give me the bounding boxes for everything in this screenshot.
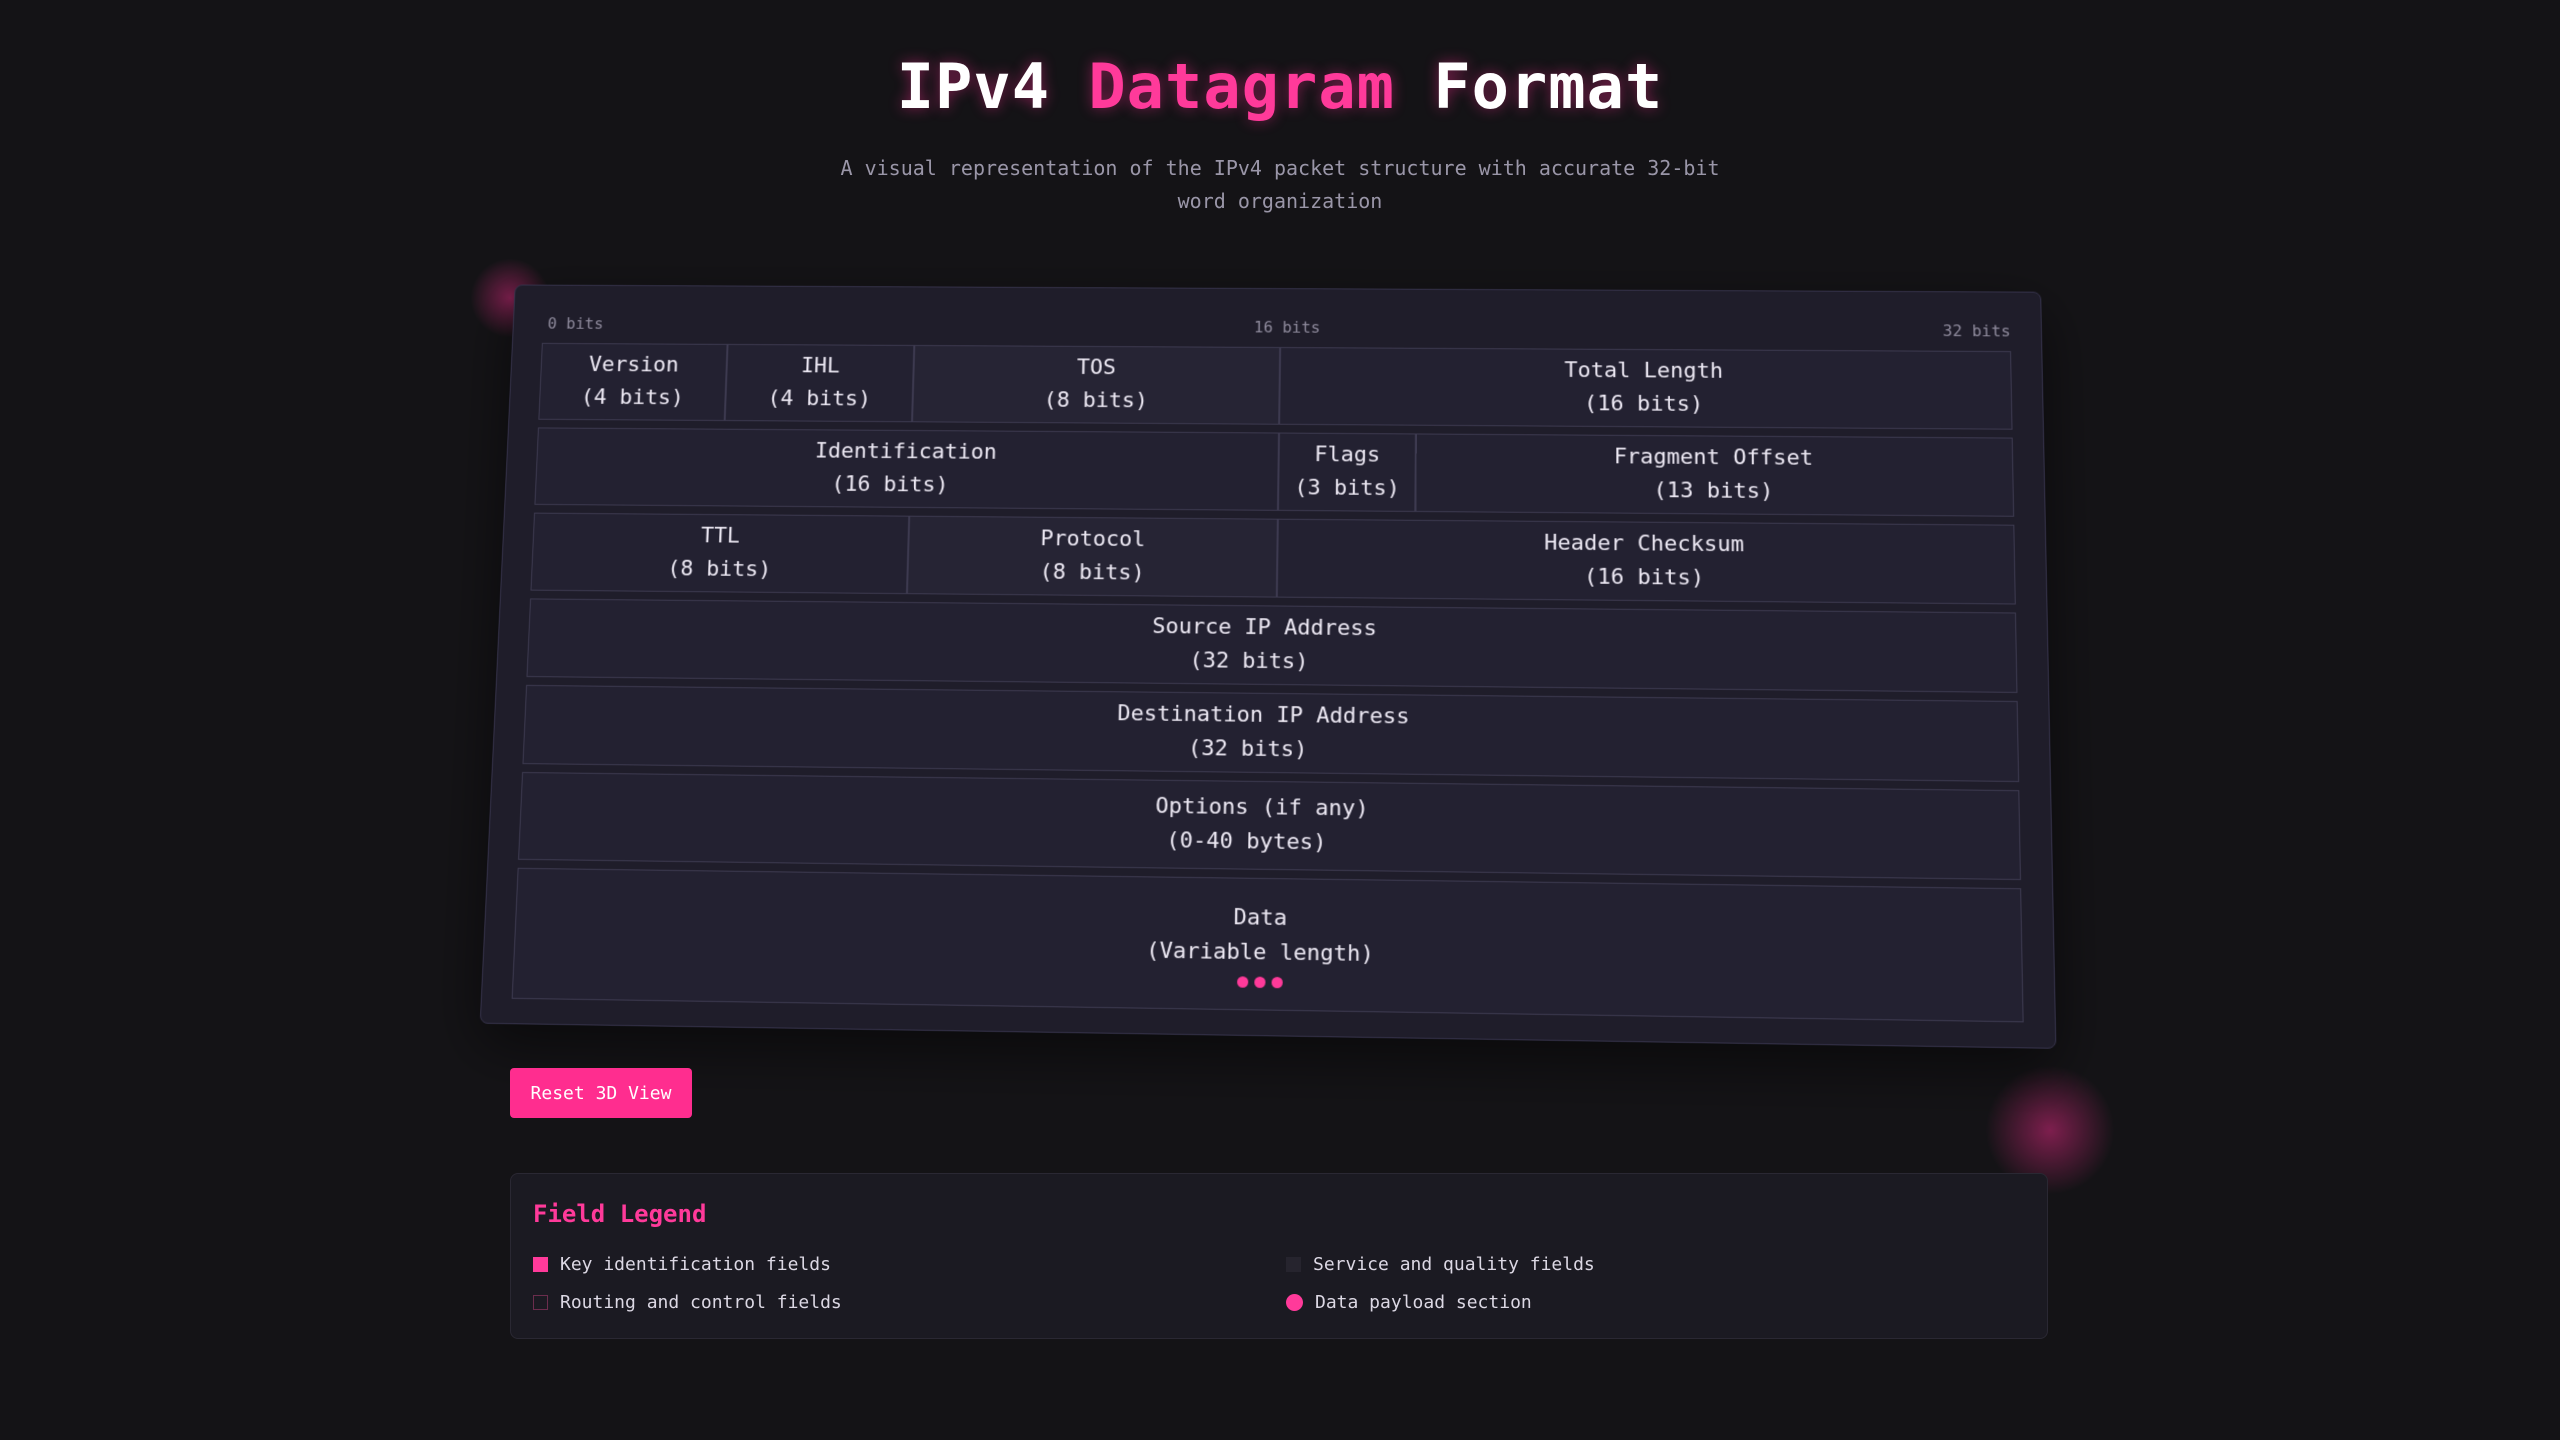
- header-row-options: Options (if any) (0-40 bytes): [518, 772, 2021, 881]
- field-size: (16 bits): [1584, 391, 1704, 417]
- field-name: Source IP Address: [1151, 614, 1378, 642]
- field-size: (13 bits): [1653, 478, 1774, 504]
- field-name: TTL: [700, 523, 741, 549]
- page-title: IPv4 Datagram Format: [0, 50, 2560, 123]
- field-header-checksum[interactable]: Header Checksum (16 bits): [1276, 518, 2016, 605]
- bit-marker-32: 32 bits: [1942, 321, 2011, 341]
- dot: [1271, 976, 1283, 988]
- ellipsis-dots-icon: [1236, 975, 1283, 988]
- title-word-ipv4: IPv4: [896, 50, 1051, 123]
- legend-label: Data payload section: [1315, 1292, 1532, 1313]
- legend-label: Service and quality fields: [1313, 1254, 1595, 1275]
- legend-title: Field Legend: [533, 1200, 707, 1228]
- field-name: Options (if any): [1155, 793, 1369, 822]
- pink-circle-swatch-icon: [1286, 1294, 1303, 1311]
- field-size: (32 bits): [1189, 648, 1309, 675]
- field-name: Fragment Offset: [1613, 444, 1814, 471]
- field-rows: Version (4 bits) IHL (4 bits) TOS (8 bit…: [511, 342, 2024, 1031]
- field-size: (4 bits): [767, 386, 872, 412]
- legend-label: Routing and control fields: [560, 1292, 842, 1313]
- field-options[interactable]: Options (if any) (0-40 bytes): [518, 772, 2021, 881]
- field-data[interactable]: Data (Variable length): [511, 867, 2024, 1023]
- header-row-5: Destination IP Address (32 bits): [522, 684, 2020, 783]
- header-row-2: Identification (16 bits) Flags (3 bits) …: [534, 427, 2015, 517]
- ipv4-diagram-panel[interactable]: 0 bits 16 bits 32 bits Version (4 bits) …: [479, 284, 2057, 1049]
- legend-item-routing-control: Routing and control fields: [533, 1292, 842, 1313]
- field-name: Total Length: [1564, 358, 1724, 384]
- field-name: Identification: [814, 439, 998, 465]
- field-ttl[interactable]: TTL (8 bits): [530, 512, 910, 595]
- title-word-format: Format: [1433, 50, 1664, 123]
- legend-item-service-quality: Service and quality fields: [1286, 1254, 1595, 1275]
- field-size: (4 bits): [580, 385, 685, 411]
- field-name: Header Checksum: [1544, 530, 1745, 558]
- legend-label: Key identification fields: [560, 1254, 831, 1275]
- field-source-ip[interactable]: Source IP Address (32 bits): [526, 598, 2018, 693]
- field-legend: Field Legend Key identification fields S…: [510, 1173, 2048, 1339]
- header-row-4: Source IP Address (32 bits): [526, 598, 2018, 693]
- field-size: (32 bits): [1187, 735, 1308, 763]
- dot: [1236, 975, 1248, 988]
- field-size: (Variable length): [1145, 937, 1375, 967]
- header-row-1: Version (4 bits) IHL (4 bits) TOS (8 bit…: [538, 342, 2013, 430]
- field-name: Flags: [1314, 442, 1381, 468]
- field-size: (16 bits): [831, 472, 949, 498]
- field-name: Destination IP Address: [1117, 701, 1410, 730]
- field-size: (8 bits): [1043, 388, 1149, 414]
- pink-square-swatch-icon: [533, 1257, 548, 1272]
- field-flags[interactable]: Flags (3 bits): [1277, 432, 1417, 512]
- legend-item-data-payload: Data payload section: [1286, 1292, 1532, 1313]
- field-ihl[interactable]: IHL (4 bits): [724, 343, 915, 423]
- field-total-length[interactable]: Total Length (16 bits): [1279, 347, 2013, 430]
- title-word-datagram: Datagram: [1088, 50, 1395, 123]
- reset-3d-view-button[interactable]: Reset 3D View: [510, 1068, 692, 1118]
- field-name: IHL: [800, 353, 841, 379]
- field-size: (16 bits): [1584, 564, 1705, 591]
- field-identification[interactable]: Identification (16 bits): [534, 427, 1279, 511]
- field-size: (8 bits): [1039, 559, 1145, 586]
- legend-item-key-identification: Key identification fields: [533, 1254, 831, 1275]
- field-name: TOS: [1076, 355, 1117, 380]
- bit-marker-16: 16 bits: [1253, 317, 1321, 337]
- field-protocol[interactable]: Protocol (8 bits): [907, 515, 1278, 598]
- bit-marker-0: 0 bits: [547, 314, 604, 333]
- field-name: Protocol: [1040, 526, 1146, 552]
- page-subtitle: A visual representation of the IPv4 pack…: [840, 156, 1720, 213]
- dot: [1253, 976, 1266, 988]
- data-row: Data (Variable length): [511, 867, 2024, 1023]
- field-name: Data: [1233, 904, 1288, 931]
- field-destination-ip[interactable]: Destination IP Address (32 bits): [522, 684, 2020, 783]
- outlined-square-swatch-icon: [533, 1295, 548, 1310]
- field-version[interactable]: Version (4 bits): [538, 342, 728, 421]
- field-name: Version: [588, 352, 680, 378]
- field-size: (3 bits): [1294, 475, 1400, 501]
- page: IPv4 Datagram Format A visual representa…: [0, 0, 2560, 1440]
- header-row-3: TTL (8 bits) Protocol (8 bits) Header Ch…: [530, 512, 2016, 605]
- field-size: (8 bits): [666, 556, 772, 583]
- field-tos[interactable]: TOS (8 bits): [912, 344, 1281, 425]
- dark-square-swatch-icon: [1286, 1257, 1301, 1272]
- field-fragment-offset[interactable]: Fragment Offset (13 bits): [1415, 433, 2015, 517]
- field-size: (0-40 bytes): [1166, 828, 1327, 856]
